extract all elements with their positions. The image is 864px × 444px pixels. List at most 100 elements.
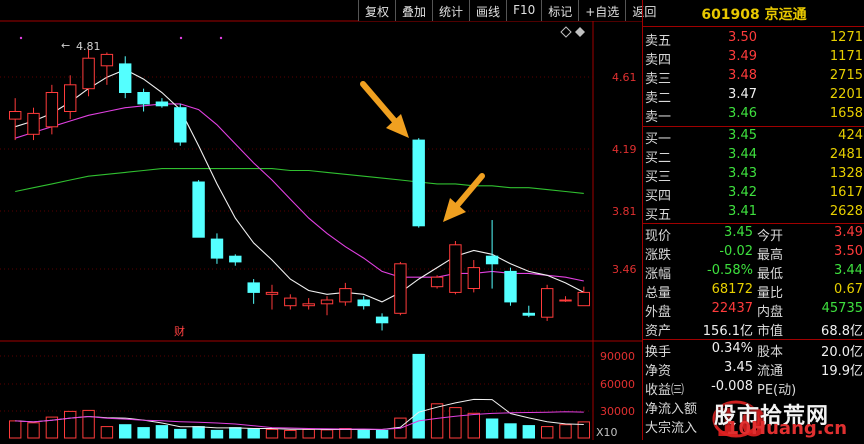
stat-value: 68172 bbox=[711, 282, 753, 297]
candle-body bbox=[64, 84, 77, 113]
ask-row-3[interactable]: 卖三 3.48 2715 bbox=[643, 68, 864, 87]
candle-body bbox=[339, 288, 352, 303]
kline-chart[interactable]: 4.61 4.19 3.81 3.46 90000 60000 30000 X1… bbox=[0, 0, 663, 440]
candle-body bbox=[210, 238, 224, 259]
stock-name: 京运通 bbox=[764, 7, 807, 23]
ask-price: 3.49 bbox=[728, 49, 757, 64]
stat-row-5: 外盘 22437 内盘 45735 bbox=[643, 301, 864, 320]
ask-label: 卖四 bbox=[645, 53, 672, 68]
ask-price: 3.50 bbox=[728, 30, 757, 45]
bid-volume: 2481 bbox=[829, 147, 863, 162]
diamond-outline-icon[interactable] bbox=[560, 26, 572, 38]
ask-price: 3.48 bbox=[728, 68, 757, 83]
candle-body bbox=[82, 57, 95, 90]
bid-row-2[interactable]: 买二 3.44 2481 bbox=[643, 147, 864, 166]
bid-volume: 1617 bbox=[829, 185, 863, 200]
bid-volume: 424 bbox=[838, 128, 863, 143]
stat-value: 22437 bbox=[711, 301, 753, 316]
stat-label: 现价 bbox=[645, 229, 672, 244]
stat-value: 3.45 bbox=[724, 360, 753, 375]
volume-bar bbox=[210, 429, 224, 439]
volume-bar bbox=[137, 427, 150, 439]
event-dot[interactable] bbox=[19, 36, 23, 40]
volume-bar bbox=[247, 428, 260, 439]
candle-body bbox=[522, 312, 535, 316]
ask-row-4[interactable]: 卖二 3.47 2201 bbox=[643, 87, 864, 106]
stat-extra-row-2: 净资 3.45 流通 19.9亿 bbox=[643, 360, 864, 379]
ask-row-2[interactable]: 卖四 3.49 1171 bbox=[643, 49, 864, 68]
bid-price: 3.42 bbox=[728, 185, 757, 200]
candle-body bbox=[9, 111, 22, 120]
stat-label: 涨跌 bbox=[645, 248, 672, 263]
stat-value: -0.02 bbox=[719, 244, 753, 259]
candle-body bbox=[449, 244, 462, 293]
bid-row-3[interactable]: 买三 3.43 1328 bbox=[643, 166, 864, 185]
bid-row-4[interactable]: 买四 3.42 1617 bbox=[643, 185, 864, 204]
ask-row-1[interactable]: 卖五 3.50 1271 bbox=[643, 30, 864, 49]
volume-bar bbox=[27, 422, 40, 439]
ask-row-5[interactable]: 卖一 3.46 1658 bbox=[643, 106, 864, 125]
stat-value: -0.58% bbox=[707, 263, 753, 278]
candle-body bbox=[375, 316, 389, 324]
ma10-line bbox=[15, 103, 584, 282]
bid-price: 3.43 bbox=[728, 166, 757, 181]
stat-row-6: 资产 156.1亿 市值 68.8亿 bbox=[643, 320, 864, 339]
overlay-button[interactable]: 叠加 bbox=[395, 0, 433, 21]
stat-label: 内盘 bbox=[757, 305, 784, 320]
event-dot[interactable] bbox=[179, 36, 183, 40]
candle-body bbox=[45, 92, 59, 128]
draw-line-button[interactable]: 画线 bbox=[469, 0, 507, 21]
stat-row-4: 总量 68172 量比 0.67 bbox=[643, 282, 864, 301]
event-dot[interactable] bbox=[219, 36, 223, 40]
bid-volume: 2628 bbox=[829, 204, 863, 219]
candle-body bbox=[394, 263, 407, 314]
ask-volume: 2201 bbox=[829, 87, 863, 102]
volume-unit: X10 bbox=[596, 426, 618, 439]
candle-body bbox=[541, 288, 554, 318]
volume-bar bbox=[449, 407, 462, 439]
bid-row-5[interactable]: 买五 3.41 2628 bbox=[643, 204, 864, 223]
quote-panel: 601908 京运通 卖五 3.50 1271 卖四 3.49 1171 卖三 3.48 271… bbox=[642, 0, 864, 440]
stat-value: 45735 bbox=[821, 301, 863, 316]
statistics-button[interactable]: 统计 bbox=[432, 0, 470, 21]
stat-value: 3.45 bbox=[724, 225, 753, 240]
candle-body bbox=[320, 299, 334, 305]
volume-bar bbox=[229, 427, 242, 439]
stat-label: 总量 bbox=[645, 286, 672, 301]
ask-label: 卖二 bbox=[645, 91, 672, 106]
volume-bar bbox=[192, 426, 205, 439]
candle-body bbox=[284, 297, 297, 307]
stock-title: 601908 京运通 bbox=[643, 4, 864, 24]
stat-label: 资产 bbox=[645, 324, 672, 339]
diamond-filled-icon[interactable] bbox=[575, 27, 585, 37]
add-watchlist-button[interactable]: +自选 bbox=[578, 0, 626, 21]
mark-button[interactable]: 标记 bbox=[541, 0, 579, 21]
bid-price: 3.41 bbox=[728, 204, 757, 219]
stat-extra-row-1: 换手 0.34% 股本 20.0亿 bbox=[643, 341, 864, 360]
price-tick-3: 3.81 bbox=[612, 205, 637, 218]
volume-bar bbox=[485, 418, 499, 439]
price-tick-4: 3.46 bbox=[612, 263, 637, 276]
stat-value: 68.8亿 bbox=[821, 324, 863, 339]
stat-label: 市值 bbox=[757, 324, 784, 339]
stat-label: 涨幅 bbox=[645, 267, 672, 282]
finance-marker[interactable]: 财 bbox=[174, 324, 185, 338]
watermark: 10 股市拾荒网 10Huang.cn bbox=[626, 394, 864, 440]
bid-label: 买三 bbox=[645, 170, 672, 185]
candle-body bbox=[504, 270, 517, 303]
volume-ma-lines bbox=[15, 398, 584, 430]
candle-body bbox=[357, 299, 370, 307]
volume-bar bbox=[9, 420, 22, 439]
bid-label: 买五 bbox=[645, 208, 672, 223]
volume-bar bbox=[375, 429, 389, 439]
candle-body bbox=[155, 101, 169, 107]
f10-button[interactable]: F10 bbox=[506, 0, 542, 21]
ma20-line bbox=[15, 168, 584, 194]
restore-rights-button[interactable]: 复权 bbox=[358, 0, 396, 21]
volume-bar bbox=[82, 409, 95, 439]
annotation-arrow-icon bbox=[360, 81, 409, 138]
bid-row-1[interactable]: 买一 3.45 424 bbox=[643, 128, 864, 147]
volume-ma-line bbox=[15, 398, 584, 430]
candle-body bbox=[265, 291, 279, 295]
candle-body bbox=[467, 267, 481, 290]
